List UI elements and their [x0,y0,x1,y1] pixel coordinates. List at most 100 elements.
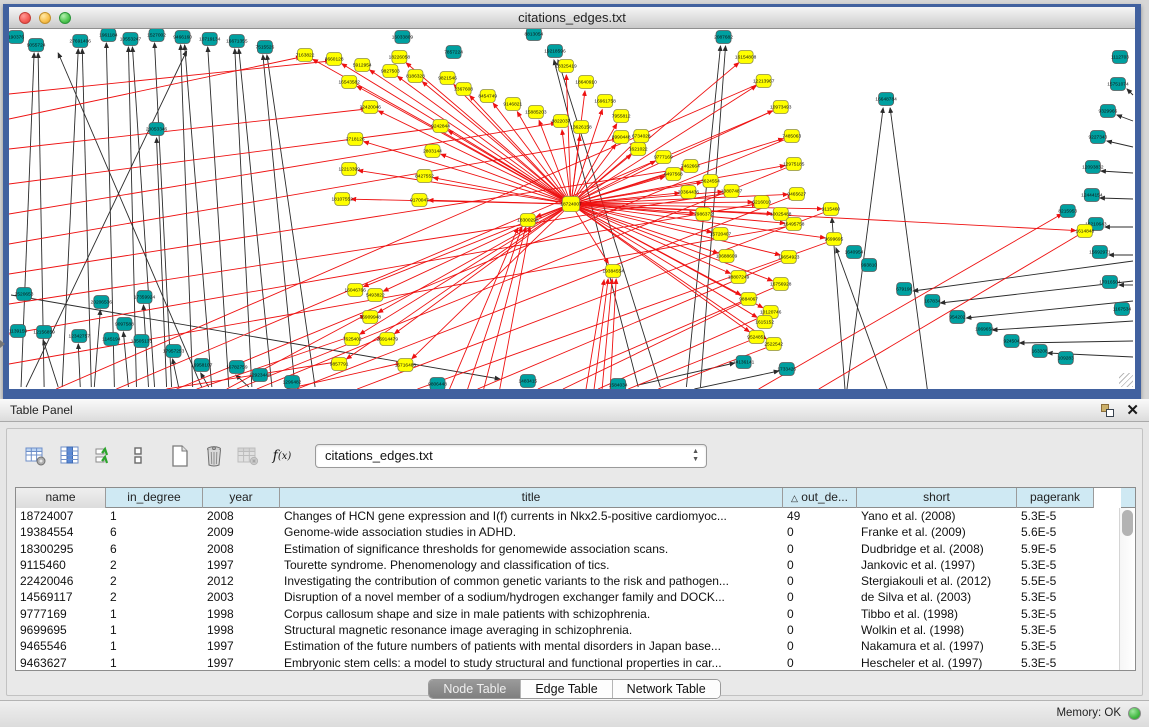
network-node[interactable]: 2718126 [346,133,365,146]
table-cell-year[interactable]: 1997 [203,638,280,654]
network-node[interactable]: 2520653 [15,288,34,301]
network-node[interactable]: 2367608 [454,83,473,96]
network-node[interactable]: 16543582 [339,76,361,89]
network-node[interactable]: 924504 [1004,335,1020,348]
network-edge-black[interactable] [1100,198,1133,199]
network-node[interactable]: 2087682 [714,31,733,44]
table-cell-short[interactable]: Jankovic et al. (1997) [857,557,1017,573]
network-node[interactable]: 1621022 [629,143,648,156]
network-node[interactable]: 9227343 [1089,131,1108,144]
table-cell-pagerank[interactable]: 5.3E-5 [1017,606,1094,622]
network-edge-black[interactable] [263,55,295,387]
network-edge-red[interactable] [116,109,777,389]
network-window-titlebar[interactable]: citations_edges.txt [9,7,1135,29]
network-node[interactable]: 7462664 [681,160,700,173]
network-node[interactable]: 9827503 [381,65,400,78]
network-node[interactable]: 1733426 [777,363,796,376]
table-row[interactable]: 1456911722003Disruption of a novel membe… [16,589,1119,605]
column-header-in_degree[interactable]: in_degree [106,488,203,508]
network-node[interactable]: 1139159 [9,325,28,338]
table-cell-short[interactable]: Franke et al. (2009) [857,524,1017,540]
table-cell-pagerank[interactable]: 5.3E-5 [1017,557,1094,573]
network-node[interactable]: 6216010 [752,196,771,209]
network-node[interactable]: 1296482 [283,376,302,389]
network-node[interactable]: 7986372 [694,208,713,221]
table-cell-pagerank[interactable]: 5.3E-5 [1017,655,1094,670]
select-rows-icon[interactable] [89,442,119,470]
column-header-year[interactable]: year [203,488,280,508]
network-node[interactable]: 9699695 [825,233,844,246]
tab-edge-table[interactable]: Edge Table [521,680,612,698]
column-visibility-icon[interactable] [55,442,85,470]
network-edge-black[interactable] [890,108,927,389]
table-cell-in_degree[interactable]: 1 [106,638,203,654]
network-edge-red[interactable] [598,314,768,389]
network-node[interactable]: 1069654 [975,323,994,336]
table-cell-in_degree[interactable]: 2 [106,573,203,589]
network-node[interactable]: 16671355 [226,35,248,48]
tab-network-table[interactable]: Network Table [613,680,720,698]
table-cell-name[interactable]: 18724007 [16,508,106,524]
table-cell-name[interactable]: 9699695 [16,622,106,638]
network-node[interactable]: 9821546 [438,72,457,85]
table-cell-out_de[interactable]: 0 [783,541,857,557]
network-node[interactable]: 17359924 [134,291,156,304]
table-cell-in_degree[interactable]: 1 [106,508,203,524]
network-node[interactable]: 16782759 [226,361,248,374]
network-node[interactable]: 15692971 [1089,246,1111,259]
table-cell-year[interactable]: 2008 [203,541,280,557]
network-node[interactable]: 9115460 [822,203,841,216]
float-panel-icon[interactable] [1101,404,1114,417]
table-row[interactable]: 1938455462009Genome-wide association stu… [16,524,1119,540]
network-edge-red[interactable] [9,226,791,364]
network-node[interactable]: 7485063 [782,130,801,143]
table-cell-year[interactable]: 1997 [203,655,280,670]
network-node[interactable]: 109283 [1058,352,1074,365]
table-cell-in_degree[interactable]: 1 [106,622,203,638]
table-cell-short[interactable]: Nakamura et al. (1997) [857,638,1017,654]
column-header-name[interactable]: name [16,488,106,508]
network-node[interactable]: 8990448 [612,131,631,144]
network-node[interactable]: 9524851 [747,331,766,344]
network-node[interactable]: 18325419 [555,60,577,73]
table-cell-title[interactable]: Structural magnetic resonance image aver… [280,622,783,638]
network-edge-red[interactable] [378,111,565,201]
column-header-short[interactable]: short [857,488,1017,508]
network-node[interactable]: 20364436 [678,186,700,199]
table-row[interactable]: 2242004622012Investigating the contribut… [16,573,1119,589]
network-node[interactable]: 12213967 [753,75,775,88]
network-node[interactable]: 9465627 [787,188,806,201]
network-node[interactable]: 9806448 [428,378,447,390]
table-cell-out_de[interactable]: 0 [783,622,857,638]
network-edge-red[interactable] [9,57,301,119]
network-node[interactable]: 7857224 [444,46,463,59]
column-header-title[interactable]: title [280,488,783,508]
table-cell-pagerank[interactable]: 5.3E-5 [1017,622,1094,638]
table-cell-title[interactable]: Embryonic stem cells: a model to study s… [280,655,783,670]
table-cell-short[interactable]: Yano et al. (2008) [857,508,1017,524]
table-cell-year[interactable]: 2008 [203,508,280,524]
network-node[interactable]: 9329966 [1099,105,1118,118]
table-cell-title[interactable]: Tourette syndrome. Phenomenology and cla… [280,557,783,573]
table-cell-in_degree[interactable]: 1 [106,606,203,622]
table-cell-name[interactable]: 18300295 [16,541,106,557]
network-edge-red[interactable] [358,170,565,203]
table-cell-out_de[interactable]: 0 [783,573,857,589]
network-edge-black[interactable] [78,344,80,387]
network-edge-red[interactable] [9,204,757,334]
network-node[interactable]: 8822037 [552,115,571,128]
network-node[interactable]: 8660128 [325,53,344,66]
column-header-pagerank[interactable]: pagerank [1017,488,1094,508]
network-node[interactable]: 163208 [1032,345,1048,358]
network-node[interactable]: 16909948 [360,311,382,324]
network-node[interactable]: 9242844 [431,120,450,133]
function-builder-icon[interactable]: f(x) [267,442,297,470]
network-edge-red[interactable] [574,209,608,263]
network-node[interactable]: 2522542 [764,338,783,351]
network-edge-red[interactable] [448,131,566,201]
network-node[interactable]: 9884067 [739,293,758,306]
network-edge-red[interactable] [197,337,350,389]
network-node[interactable]: 1112703 [1111,51,1129,64]
network-node[interactable]: 5493822 [366,289,385,302]
network-node[interactable]: 19218596 [544,45,566,58]
